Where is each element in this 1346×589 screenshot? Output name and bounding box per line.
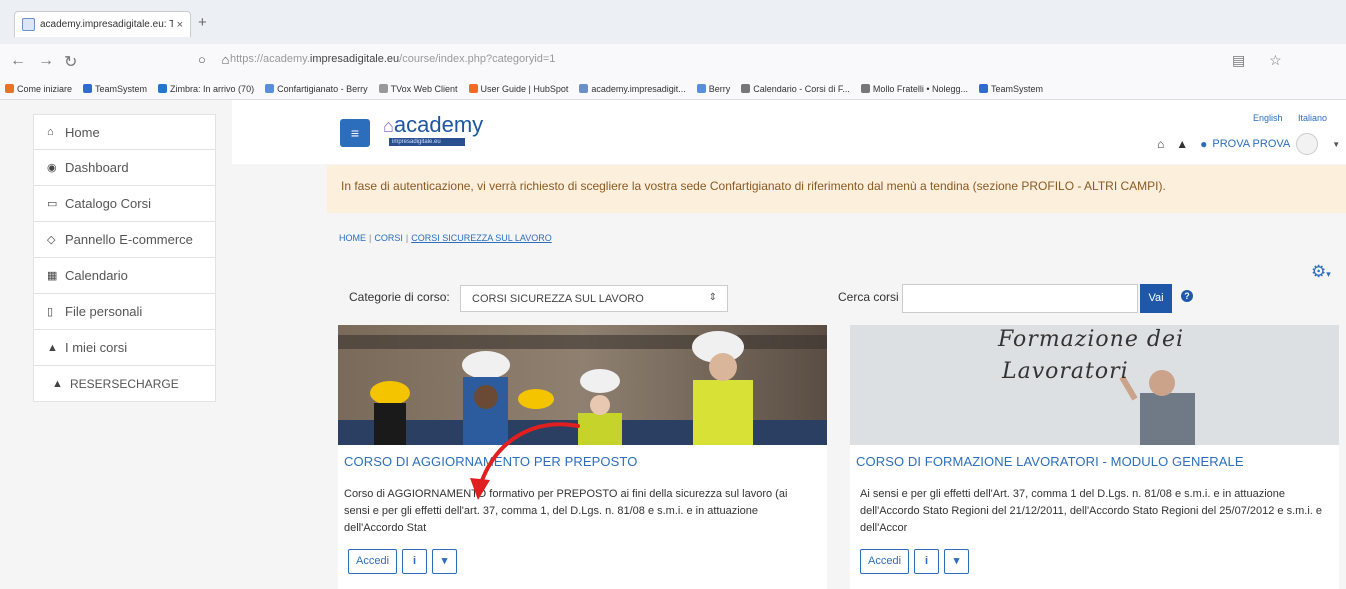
sidebar-item-label: Pannello E-commerce (65, 232, 193, 247)
message-icon[interactable]: ● (1200, 137, 1207, 151)
select-arrows-icon: ⇕ (708, 292, 717, 303)
file-icon: ▯ (47, 306, 54, 318)
url-field[interactable]: https://academy.impresadigitale.eu/cours… (230, 53, 555, 65)
course-title[interactable]: CORSO DI FORMAZIONE LAVORATORI - MODULO … (856, 454, 1244, 469)
sidebar-item[interactable]: ◇ Pannello E-commerce (33, 222, 216, 258)
tab-close-icon[interactable]: × (177, 19, 183, 31)
cart-icon[interactable]: ⌂ (1157, 137, 1164, 151)
sidebar-item-label: Home (65, 124, 100, 140)
browser-tab[interactable]: academy.impresadigitale.eu: T... × (14, 11, 191, 37)
graduation-cap-icon: ▲ (47, 341, 58, 354)
bookmark-favicon-icon (468, 84, 478, 93)
search-label: Cerca corsi (838, 290, 899, 304)
logo-cap-icon: ⌂ (383, 116, 394, 136)
bookmark-item[interactable]: Berry (696, 84, 730, 94)
sidebar-item-label: File personali (65, 304, 143, 319)
bookmark-favicon-icon (5, 84, 14, 93)
bookmark-item[interactable]: TVox Web Client (378, 84, 458, 94)
course-image[interactable]: Formazione dei Lavoratori (850, 325, 1339, 445)
course-description: Ai sensi e per gli effetti dell'Art. 37,… (860, 488, 1323, 534)
bookmark-favicon-icon (741, 84, 751, 93)
calendar-icon: ▦ (47, 270, 58, 282)
cart-icon: ▾ (441, 555, 448, 567)
bookmark-favicon-icon (83, 84, 93, 93)
sidebar-item[interactable]: ◉ Dashboard (33, 150, 216, 186)
back-icon[interactable]: ← (10, 52, 26, 70)
cart-icon: ▾ (953, 555, 960, 567)
bookmark-favicon-icon (265, 84, 275, 93)
avatar[interactable] (1296, 133, 1319, 155)
bookmark-item[interactable]: TeamSystem (83, 84, 147, 94)
sidebar: ⌂ Home ◉ Dashboard ▭ Catalogo Corsi ◇ Pannello … (33, 114, 216, 402)
bookmark-item[interactable]: Zimbra: In arrivo (70) (158, 84, 254, 94)
bookmark-item[interactable]: User Guide | HubSpot (468, 84, 568, 94)
ecommerce-icon: ◇ (47, 234, 56, 246)
course-card: Formazione dei Lavoratori CORSO DI FORMA… (850, 325, 1339, 589)
breadcrumb-current[interactable]: CORSI SICUREZZA SUL LAVORO (411, 233, 552, 243)
gear-icon[interactable]: ⚙▾ (1311, 262, 1331, 282)
sidebar-item-label: RESERSECHARGE (70, 376, 179, 391)
tab-title: academy.impresadigitale.eu: T... (40, 19, 173, 30)
new-tab-button[interactable]: + (198, 14, 207, 31)
annotation-arrow-icon (470, 422, 580, 500)
bookmark-item[interactable]: academy.impresadigit... (579, 84, 686, 94)
sidebar-item-label: Catalogo Corsi (65, 196, 151, 211)
lang-english-link[interactable]: English (1253, 113, 1283, 123)
home-icon: ⌂ (47, 126, 54, 138)
category-label: Categorie di corso: (349, 290, 450, 304)
sidebar-item[interactable]: ⌂ Home (33, 114, 216, 150)
sidebar-item-label: I miei corsi (65, 340, 128, 355)
bookmark-star-icon[interactable]: ▤ ☆ (1232, 52, 1292, 69)
bookmark-favicon-icon (579, 84, 589, 93)
dashboard-icon: ◉ (47, 162, 57, 174)
breadcrumb: HOME | CORSI | CORSI SICUREZZA SUL LAVORO (339, 233, 552, 243)
bookmark-favicon-icon (979, 84, 989, 93)
cart-button[interactable]: ▾ (944, 549, 970, 574)
bookmark-item[interactable]: Confartigianato - Berry (265, 84, 368, 94)
bookmark-favicon-icon (158, 84, 168, 93)
board-text-line1: Formazione dei (998, 327, 1184, 352)
bookmark-item[interactable]: Calendario - Corsi di F... (741, 84, 850, 94)
auth-notice: In fase di autenticazione, vi verrà rich… (327, 165, 1346, 213)
logo[interactable]: ⌂academy impresadigitale.eu (383, 112, 483, 146)
sidebar-item-label: Dashboard (65, 160, 129, 175)
sidebar-item[interactable]: ▯ File personali (33, 294, 216, 330)
site-favicon-icon (22, 18, 35, 31)
bookmarks-bar: Come iniziare TeamSystem Zimbra: In arrivo… (0, 78, 1346, 100)
info-button[interactable]: i (402, 549, 428, 574)
bookmark-favicon-icon (378, 84, 388, 93)
graduation-cap-icon: ▲ (52, 377, 63, 390)
access-button[interactable]: Accedi (348, 549, 398, 574)
reload-icon[interactable]: ↻ (64, 52, 77, 72)
breadcrumb-home[interactable]: HOME (339, 233, 366, 243)
bookmark-favicon-icon (860, 84, 870, 93)
category-select[interactable]: CORSI SICUREZZA SUL LAVORO ⇕ (460, 285, 728, 312)
user-name[interactable]: PROVA PROVA (1212, 138, 1290, 150)
chevron-down-icon[interactable]: ▼ (1332, 140, 1340, 149)
sidebar-item[interactable]: ▭ Catalogo Corsi (33, 186, 216, 222)
bell-icon[interactable]: ▲ (1176, 137, 1188, 151)
search-button[interactable]: Vai (1140, 284, 1172, 313)
access-button[interactable]: Accedi (860, 549, 910, 574)
info-button[interactable]: i (914, 549, 940, 574)
sidebar-item[interactable]: ▲ RESERSECHARGE (33, 366, 216, 402)
user-menu[interactable]: ⌂ ▲ ● PROVA PROVA ▼ (1157, 133, 1340, 155)
help-icon[interactable]: ? (1181, 290, 1193, 302)
sidebar-item-label: Calendario (65, 268, 128, 283)
forward-icon[interactable]: → (38, 52, 54, 70)
menu-toggle-button[interactable]: ≡ (340, 119, 370, 147)
bookmark-item[interactable]: TeamSystem (979, 84, 1043, 94)
sidebar-item[interactable]: ▲ I miei corsi (33, 330, 216, 366)
search-input[interactable] (902, 284, 1138, 313)
breadcrumb-corsi[interactable]: CORSI (374, 233, 403, 243)
lang-italiano-link[interactable]: Italiano (1298, 113, 1327, 123)
cart-button[interactable]: ▾ (432, 549, 458, 574)
bookmark-item[interactable]: Come iniziare (5, 84, 72, 94)
board-text-line2: Lavoratori (1002, 359, 1129, 384)
sidebar-item[interactable]: ▦ Calendario (33, 258, 216, 294)
catalog-icon: ▭ (47, 198, 58, 210)
bookmark-item[interactable]: Mollo Fratelli • Nolegg... (860, 84, 968, 94)
bookmark-favicon-icon (696, 84, 706, 93)
